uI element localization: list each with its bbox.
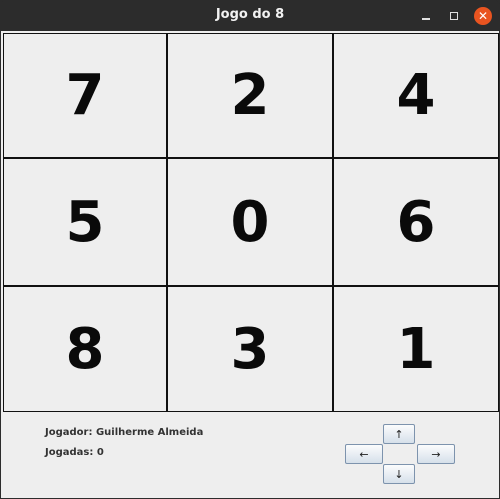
maximize-button[interactable] [446, 8, 462, 24]
move-right-button[interactable]: → [417, 444, 455, 464]
tile-6[interactable]: 8 [3, 286, 167, 412]
tile-5[interactable]: 6 [333, 158, 499, 286]
move-down-button[interactable]: ↓ [383, 464, 415, 484]
arrow-up-icon: ↑ [394, 427, 404, 441]
minimize-icon [422, 18, 430, 20]
close-button[interactable]: ✕ [474, 7, 492, 25]
tile-7[interactable]: 3 [167, 286, 333, 412]
move-up-button[interactable]: ↑ [383, 424, 415, 444]
tile-4[interactable]: 0 [167, 158, 333, 286]
arrow-right-icon: → [431, 447, 441, 461]
move-left-button[interactable]: ← [345, 444, 383, 464]
close-icon: ✕ [477, 9, 489, 23]
tile-0[interactable]: 7 [3, 33, 167, 158]
puzzle-board: 7 2 4 5 0 6 8 3 1 [3, 33, 499, 414]
arrow-down-icon: ↓ [394, 467, 404, 481]
title-bar[interactable]: Jogo do 8 ✕ [0, 0, 500, 31]
minimize-button[interactable] [418, 8, 434, 24]
tile-8[interactable]: 1 [333, 286, 499, 412]
tile-1[interactable]: 2 [167, 33, 333, 158]
tile-2[interactable]: 4 [333, 33, 499, 158]
moves-counter: Jogadas: 0 [45, 447, 104, 458]
game-content: 7 2 4 5 0 6 8 3 1 Jogador: Guilherme Alm… [1, 31, 499, 498]
arrow-left-icon: ← [359, 447, 369, 461]
tile-3[interactable]: 5 [3, 158, 167, 286]
maximize-icon [450, 12, 458, 20]
game-window: Jogo do 8 ✕ 7 2 4 5 0 6 8 3 1 Jogador: G… [0, 0, 500, 499]
player-label: Jogador: Guilherme Almeida [45, 427, 204, 438]
